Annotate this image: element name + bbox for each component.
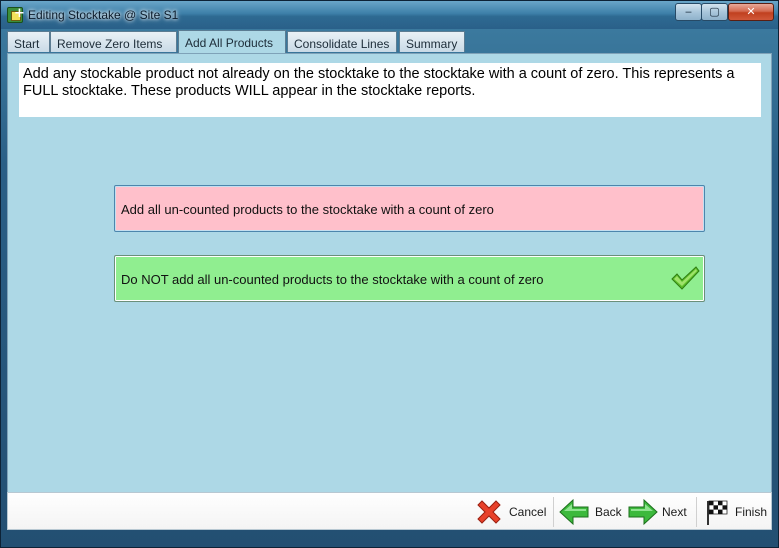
checkmark-icon xyxy=(671,266,700,290)
tab-strip: Start Remove Zero Items Add All Products… xyxy=(7,30,772,53)
close-button[interactable]: ✕ xyxy=(728,3,774,21)
tab-remove-zero-items[interactable]: Remove Zero Items xyxy=(50,31,177,52)
tab-consolidate-lines[interactable]: Consolidate Lines xyxy=(287,31,397,52)
tab-start[interactable]: Start xyxy=(7,31,50,52)
stocktake-window: Editing Stocktake @ Site S1 ‒ ▢ ✕ Start … xyxy=(0,0,779,548)
checkered-flag-icon xyxy=(707,500,728,525)
add-uncounted-products-label: Add all un-counted products to the stock… xyxy=(121,202,494,217)
do-not-add-uncounted-products-option[interactable]: Do NOT add all un-counted products to th… xyxy=(114,255,705,302)
tab-content-panel: Add any stockable product not already on… xyxy=(7,53,772,493)
cancel-label: Cancel xyxy=(509,505,547,519)
separator xyxy=(553,497,554,527)
finish-button[interactable]: Finish xyxy=(704,497,770,527)
cancel-icon xyxy=(477,500,501,524)
do-not-add-uncounted-products-label: Do NOT add all un-counted products to th… xyxy=(121,272,544,287)
tab-summary[interactable]: Summary xyxy=(399,31,465,52)
app-icon xyxy=(7,6,25,23)
title-bar[interactable]: Editing Stocktake @ Site S1 ‒ ▢ ✕ xyxy=(1,1,778,29)
cancel-button[interactable]: Cancel xyxy=(474,497,550,527)
back-button[interactable]: Back xyxy=(558,497,622,527)
maximize-button[interactable]: ▢ xyxy=(701,3,728,21)
finish-label: Finish xyxy=(735,505,768,519)
separator xyxy=(696,497,697,527)
tab-add-all-products[interactable]: Add All Products xyxy=(178,30,286,53)
next-label: Next xyxy=(662,505,687,519)
add-uncounted-products-option[interactable]: Add all un-counted products to the stock… xyxy=(114,185,705,232)
minimize-button[interactable]: ‒ xyxy=(675,3,702,21)
arrow-right-icon xyxy=(628,498,658,526)
next-button[interactable]: Next xyxy=(627,497,689,527)
window-title: Editing Stocktake @ Site S1 xyxy=(28,8,179,22)
instructions-text: Add any stockable product not already on… xyxy=(19,63,761,117)
wizard-button-bar: Cancel Back Next Finish xyxy=(7,492,772,530)
arrow-left-icon xyxy=(559,498,589,526)
back-label: Back xyxy=(595,505,622,519)
